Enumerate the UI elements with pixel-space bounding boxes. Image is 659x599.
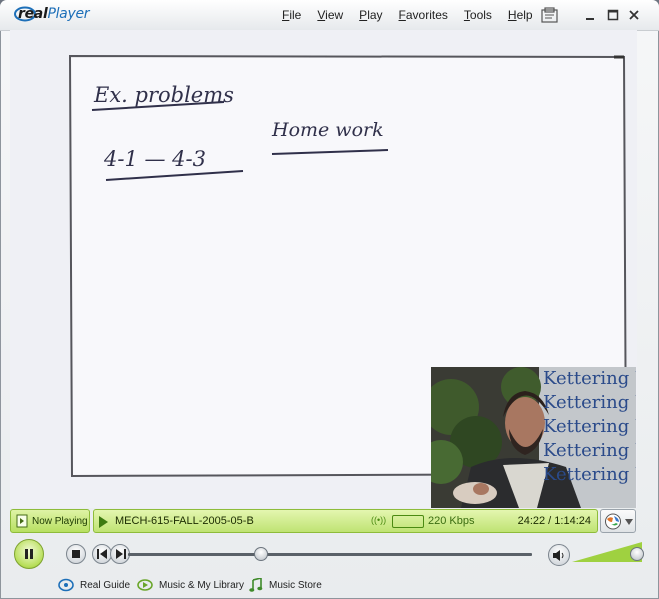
clip-info-bar[interactable]: MECH-615-FALL-2005-05-B ((•)) 220 Kbps 2… bbox=[93, 509, 598, 533]
music-note-icon bbox=[249, 578, 263, 592]
real-guide-link[interactable]: Real Guide bbox=[58, 578, 130, 592]
menu-play[interactable]: Play bbox=[351, 8, 390, 22]
music-library-link[interactable]: Music & My Library bbox=[137, 578, 244, 592]
playing-indicator-icon bbox=[99, 516, 108, 528]
realplayer-window: realPlayer File View Play Favorites Tool… bbox=[0, 0, 659, 599]
app-name-prefix: real bbox=[18, 6, 48, 22]
next-button[interactable] bbox=[110, 544, 130, 564]
music-library-label: Music & My Library bbox=[159, 579, 245, 591]
presenter-inset-video: Kettering U Kettering U Kettering U Kett… bbox=[431, 367, 636, 508]
banner-line: Kettering U bbox=[543, 416, 636, 437]
music-store-label: Music Store bbox=[269, 579, 322, 591]
menu-file[interactable]: File bbox=[274, 8, 309, 22]
position-slider-track[interactable] bbox=[128, 553, 532, 556]
menu-tools[interactable]: Tools bbox=[456, 8, 500, 22]
real-visualization-button[interactable] bbox=[600, 509, 636, 533]
now-playing-bar: Now Playing MECH-615-FALL-2005-05-B ((•)… bbox=[10, 509, 647, 534]
board-problem-range: 4-1 — 4-3 bbox=[103, 147, 206, 171]
menu-view[interactable]: View bbox=[309, 8, 351, 22]
time-display: 24:22 / 1:14:24 bbox=[517, 515, 591, 527]
minimize-icon[interactable] bbox=[583, 8, 597, 22]
kettering-banner: Kettering U Kettering U Kettering U Kett… bbox=[543, 367, 636, 487]
music-store-link[interactable]: Music Store bbox=[249, 578, 322, 592]
menu-help[interactable]: Help bbox=[500, 8, 541, 22]
previous-button[interactable] bbox=[92, 544, 112, 564]
mute-button[interactable] bbox=[548, 544, 570, 566]
real-guide-label: Real Guide bbox=[80, 579, 131, 591]
banner-line: Kettering U bbox=[543, 440, 636, 461]
pause-button[interactable] bbox=[14, 539, 44, 569]
bitrate: 220 Kbps bbox=[428, 515, 475, 527]
now-playing-label: Now Playing bbox=[32, 515, 88, 527]
menu-favorites[interactable]: Favorites bbox=[391, 8, 456, 22]
previous-icon bbox=[97, 549, 107, 559]
menu-bar: File View Play Favorites Tools Help bbox=[274, 8, 541, 22]
globe-icon bbox=[605, 513, 621, 530]
music-library-icon bbox=[137, 579, 153, 591]
close-icon[interactable] bbox=[627, 8, 641, 22]
banner-line: Kettering U bbox=[543, 392, 636, 413]
now-playing-button[interactable]: Now Playing bbox=[10, 509, 90, 533]
video-display[interactable]: Ex. problems 4-1 — 4-3 Home work Ketteri… bbox=[10, 30, 637, 508]
position-slider-thumb[interactable] bbox=[253, 547, 268, 561]
toolbox-icon[interactable] bbox=[540, 7, 560, 24]
stereo-icon bbox=[392, 515, 424, 528]
real-guide-icon bbox=[58, 578, 74, 592]
speaker-icon bbox=[553, 550, 564, 561]
banner-line: Kettering U bbox=[543, 464, 636, 485]
next-icon bbox=[116, 549, 126, 559]
stop-button[interactable] bbox=[66, 544, 86, 564]
realplayer-logo: realPlayer bbox=[14, 4, 90, 24]
title-bar[interactable]: realPlayer File View Play Favorites Tool… bbox=[0, 0, 659, 31]
bottom-navigation: Real Guide Music & My Library Music Stor… bbox=[0, 573, 659, 599]
streaming-icon: ((•)) bbox=[371, 515, 387, 525]
board-homework-note: Home work bbox=[271, 119, 384, 141]
maximize-icon[interactable] bbox=[606, 8, 620, 22]
volume-slider-thumb[interactable] bbox=[630, 547, 644, 561]
chevron-down-icon bbox=[625, 519, 633, 525]
playlist-icon bbox=[16, 514, 28, 528]
clip-title: MECH-615-FALL-2005-05-B bbox=[115, 515, 254, 527]
app-name-suffix: Player bbox=[47, 6, 90, 22]
banner-line: Kettering U bbox=[543, 368, 636, 389]
control-bar bbox=[10, 536, 647, 572]
